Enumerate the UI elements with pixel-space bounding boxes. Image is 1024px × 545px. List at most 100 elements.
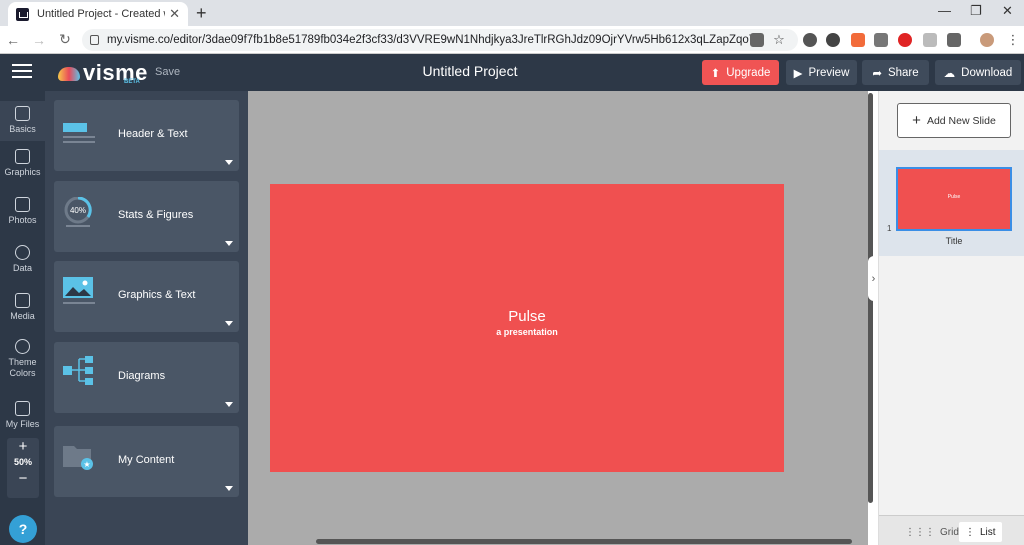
rail-label: Photos [8, 215, 37, 225]
download-button[interactable]: ☁ Download [935, 60, 1021, 85]
slide-thumbnail-row[interactable]: Pulse 1 Title [879, 150, 1024, 256]
add-slide-label: Add New Slide [926, 114, 996, 127]
card-graphics-text[interactable]: Graphics & Text [54, 261, 239, 332]
url-input[interactable]: my.visme.co/editor/3dae09f7fb1b8e51789fb… [82, 29, 798, 51]
slide-canvas[interactable]: Pulse a presentation [270, 184, 784, 472]
extension-grey-icon[interactable] [874, 33, 888, 47]
share-label: Share [887, 66, 919, 79]
upgrade-button[interactable]: ⬆ Upgrade [702, 60, 779, 85]
zoom-in-icon[interactable]: + [7, 438, 39, 456]
plus-icon: + [912, 112, 921, 129]
play-icon: ▶ [793, 67, 803, 80]
close-window-icon[interactable]: ✕ [1002, 3, 1013, 19]
profile-avatar-icon[interactable] [980, 33, 994, 47]
app-root: Untitled Project - Created with V ✕ + — … [0, 0, 1024, 545]
browser-menu-icon[interactable]: ⋮ [1006, 33, 1020, 47]
card-stats-figures[interactable]: 40% Stats & Figures [54, 181, 239, 252]
slides-panel: + Add New Slide Pulse 1 Title ⋮⋮⋮ Grid ⋮… [878, 91, 1024, 545]
hamburger-menu-icon[interactable] [12, 64, 32, 78]
lock-icon [90, 35, 99, 45]
media-icon [15, 293, 30, 308]
grid-label: Grid [940, 526, 959, 538]
extension-download-icon[interactable] [923, 33, 937, 47]
project-title[interactable]: Untitled Project [380, 63, 560, 79]
chevron-down-icon[interactable] [225, 241, 233, 246]
download-label: Download [961, 66, 1013, 79]
rail-label: Theme Colors [8, 357, 37, 378]
chevron-down-icon[interactable] [225, 486, 233, 491]
card-label: Header & Text [118, 128, 188, 140]
rail-item-theme-colors[interactable]: Theme Colors [4, 339, 41, 379]
rail-item-media[interactable]: Media [0, 293, 45, 321]
minimize-icon[interactable]: — [938, 3, 951, 18]
horizontal-scrollbar[interactable] [316, 539, 852, 544]
bookmark-star-icon[interactable]: ☆ [772, 33, 786, 47]
back-icon[interactable]: ← [0, 32, 26, 48]
share-button[interactable]: ➦ Share [862, 60, 929, 85]
rail-item-photos[interactable]: Photos [0, 197, 45, 225]
card-diagrams[interactable]: Diagrams [54, 342, 239, 413]
preview-button[interactable]: ▶ Preview [786, 60, 857, 85]
list-icon: ⋮ [965, 526, 975, 538]
beta-badge: BETA [124, 79, 140, 85]
slide-label: Title [945, 236, 963, 246]
close-tab-icon[interactable]: ✕ [169, 6, 180, 22]
share-icon: ➦ [872, 67, 882, 80]
chevron-down-icon[interactable] [225, 321, 233, 326]
reload-icon[interactable]: ↻ [52, 31, 78, 48]
view-toggle-bar: ⋮⋮⋮ Grid ⋮ List [879, 515, 1024, 545]
translate-icon[interactable] [750, 33, 764, 47]
grid-view-button[interactable]: ⋮⋮⋮ Grid [899, 522, 965, 542]
rail-item-my-files[interactable]: My Files [0, 401, 45, 429]
rail-item-data[interactable]: Data [0, 245, 45, 273]
upload-icon [15, 401, 30, 416]
card-label: Graphics & Text [118, 289, 196, 301]
visme-favicon-icon [16, 7, 29, 21]
pie-chart-icon [15, 245, 30, 260]
adblock-icon[interactable] [898, 33, 912, 47]
list-label: List [980, 526, 996, 538]
slide-subtitle[interactable]: a presentation [270, 327, 784, 337]
rail-label: Media [10, 311, 35, 321]
rail-item-graphics[interactable]: Graphics [0, 149, 45, 177]
tool-rail: Basics Graphics Photos Data Media Theme … [0, 91, 45, 545]
extension-icon[interactable] [947, 33, 961, 47]
rail-item-basics[interactable]: Basics [0, 101, 45, 141]
image-text-icon [63, 277, 95, 304]
add-new-slide-button[interactable]: + Add New Slide [897, 103, 1011, 138]
extension-eye-icon[interactable] [826, 33, 840, 47]
visme-logo-mark-icon [58, 67, 80, 82]
card-label: Diagrams [118, 370, 166, 382]
preview-label: Preview [808, 66, 850, 79]
zoom-level: 50% [13, 457, 32, 467]
forward-icon[interactable]: → [26, 32, 52, 48]
rail-label: My Files [5, 419, 40, 429]
chevron-down-icon[interactable] [225, 160, 233, 165]
rail-label: Basics [9, 124, 36, 134]
folder-star-icon: ★ [63, 446, 93, 470]
slide-title[interactable]: Pulse [270, 308, 784, 325]
card-my-content[interactable]: ★ My Content [54, 426, 239, 497]
editor-header: visme BETA Save Untitled Project ⬆ Upgra… [0, 54, 1024, 91]
maximize-icon[interactable]: ❐ [970, 3, 982, 19]
list-view-button[interactable]: ⋮ List [959, 522, 1002, 542]
chevron-down-icon[interactable] [225, 402, 233, 407]
help-button[interactable]: ? [9, 515, 37, 543]
tab-title: Untitled Project - Created with V [37, 8, 165, 20]
browser-tab-bar: Untitled Project - Created with V ✕ + — … [0, 0, 1024, 26]
browser-tab[interactable]: Untitled Project - Created with V ✕ [8, 2, 188, 26]
new-tab-icon[interactable]: + [196, 3, 207, 24]
zoom-out-icon[interactable]: − [7, 468, 39, 490]
slide-thumbnail[interactable]: Pulse [896, 167, 1012, 231]
upgrade-arrow-icon: ⬆ [710, 67, 721, 80]
url-text: my.visme.co/editor/3dae09f7fb1b8e51789fb… [107, 34, 756, 46]
card-header-text[interactable]: Header & Text [54, 100, 239, 171]
extension-orange-icon[interactable] [851, 33, 865, 47]
diagram-icon [63, 356, 93, 385]
rail-label: Graphics [4, 167, 41, 177]
extension-w-icon[interactable] [803, 33, 817, 47]
header-text-icon [63, 123, 95, 143]
editor-canvas: Pulse a presentation › [248, 91, 879, 545]
graphics-icon [15, 149, 30, 164]
save-button[interactable]: Save [155, 66, 180, 78]
